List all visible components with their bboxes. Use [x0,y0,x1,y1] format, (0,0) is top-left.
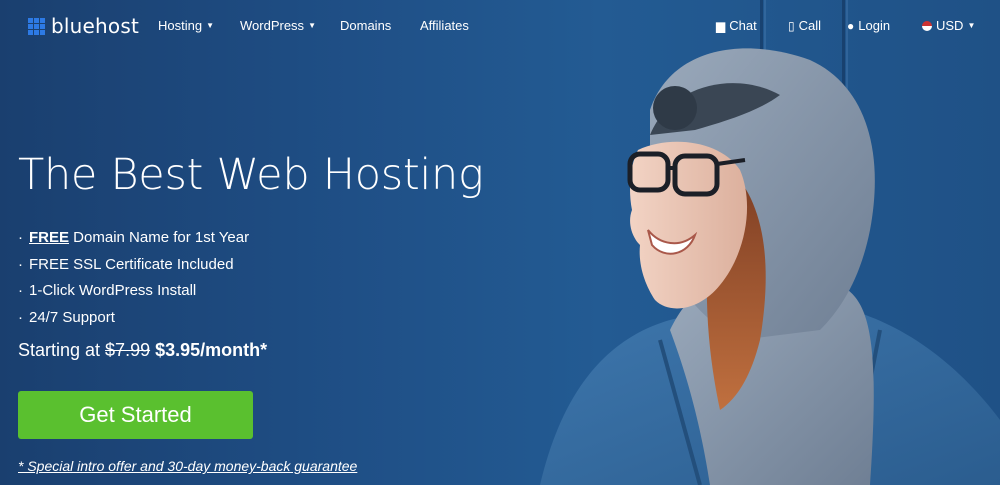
chat-bubble-icon: ▆ [716,19,726,33]
phone-icon: ▯ [788,19,795,33]
user-icon: ● [847,19,855,33]
caret-down-icon: ▼ [967,21,976,30]
feature-item: · 1-Click WordPress Install [18,280,249,307]
feature-text: FREE SSL Certificate Included [29,255,234,273]
logo-text: bluehost [51,14,140,38]
bullet: · [18,255,23,273]
bullet: · [18,229,23,246]
bullet: · [18,282,23,299]
nav-login[interactable]: ● Login [847,18,890,33]
hero-section: bluehost Hosting ▼ WordPress ▼ Domains Aff… [0,0,1000,485]
hero-photo-woman [540,48,1000,485]
caret-down-icon: ▼ [206,21,214,30]
nav-chat[interactable]: ▆ Chat [716,18,757,33]
logo-grid-icon [28,17,45,35]
nav-wordpress-label: WordPress [240,18,305,33]
us-flag-icon [922,21,932,31]
nav-wordpress[interactable]: WordPress ▼ [240,18,316,33]
nav-domains-label: Domains [340,18,392,33]
caret-down-icon: ▼ [308,21,316,30]
feature-item: · FREE SSL Certificate Included [18,254,249,281]
feature-emphasis: FREE [29,229,70,246]
nav-affiliates[interactable]: Affiliates [420,18,469,33]
get-started-button[interactable]: Get Started [18,391,253,439]
feature-text: 24/7 Support [29,308,115,326]
nav-chat-label: Chat [729,18,757,33]
price-old: $7.99 [105,340,151,360]
price-new: $3.95/month* [155,340,268,360]
nav-hosting[interactable]: Hosting ▼ [158,18,214,33]
offer-note-link[interactable]: * Special intro offer and 30-day money-b… [18,458,357,474]
hero-headline: The Best Web Hosting [18,150,484,200]
feature-text: 1-Click WordPress Install [29,282,197,299]
nav-call-label: Call [798,18,822,33]
nav-login-label: Login [858,18,891,33]
bluehost-logo[interactable]: bluehost [28,14,139,38]
nav-hosting-label: Hosting [158,18,203,33]
feature-text: Domain Name for 1st Year [69,229,250,246]
top-nav: bluehost Hosting ▼ WordPress ▼ Domains Aff… [0,0,1000,50]
feature-item: · FREE Domain Name for 1st Year [18,227,249,254]
nav-currency[interactable]: USD ▼ [922,18,975,33]
nav-domains[interactable]: Domains [340,18,391,33]
price-prefix: Starting at [18,340,106,360]
feature-item: · 24/7 Support [18,307,249,334]
bullet: · [18,308,23,326]
nav-call[interactable]: ▯ Call [788,18,821,33]
nav-affiliates-label: Affiliates [420,18,469,33]
nav-currency-label: USD [936,18,964,33]
price-line: Starting at $7.99 $3.95/month* [18,340,267,361]
feature-list: · FREE Domain Name for 1st Year · FREE SSL… [18,227,249,333]
